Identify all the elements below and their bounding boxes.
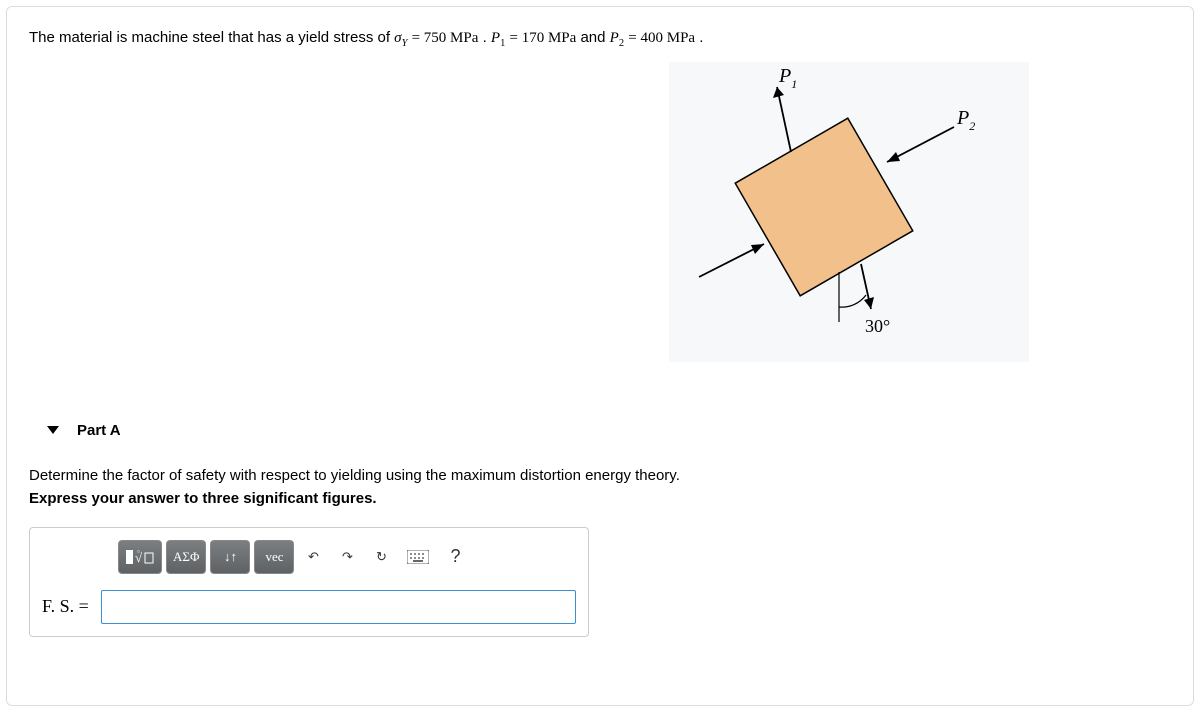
- reset-button[interactable]: ↻: [366, 540, 396, 574]
- stmt-dot-2: .: [699, 29, 703, 46]
- p1-label: P1: [778, 65, 797, 91]
- part-header[interactable]: Part A: [47, 422, 1171, 439]
- stress-element: [735, 118, 913, 296]
- answer-input[interactable]: [101, 590, 576, 624]
- greek-button[interactable]: ΑΣΦ: [166, 540, 206, 574]
- p2-var: P: [610, 30, 619, 46]
- p1-arrow-bottom: [861, 264, 874, 309]
- problem-statement: The material is machine steel that has a…: [29, 27, 1171, 52]
- sigma-var: σ: [394, 30, 401, 46]
- part-title: Part A: [77, 422, 121, 439]
- stmt-and: and: [580, 29, 609, 46]
- p1-var: P: [491, 30, 500, 46]
- p2-label: P2: [956, 107, 975, 133]
- angle-label: 30°: [865, 316, 890, 336]
- p2-arrow-right: [887, 127, 954, 162]
- figure-svg: P1 P2 30°: [669, 62, 1029, 362]
- caret-down-icon: [47, 426, 59, 434]
- angle-arc: [839, 272, 866, 322]
- p2-val: = 400 MPa: [628, 30, 695, 46]
- equation-toolbar: √ ▫ ΑΣΦ ↓↑ vec ↶ ↷ ↻ ?: [118, 540, 576, 574]
- svg-text:▫: ▫: [137, 547, 140, 556]
- p1-arrow: [773, 87, 791, 152]
- sigma-sub: Y: [402, 38, 408, 49]
- problem-card: The material is machine steel that has a…: [6, 6, 1194, 706]
- vec-button[interactable]: vec: [254, 540, 294, 574]
- p1-sub: 1: [500, 38, 505, 49]
- part-instruction: Express your answer to three significant…: [29, 490, 1171, 507]
- answer-box: √ ▫ ΑΣΦ ↓↑ vec ↶ ↷ ↻ ? F. S.: [29, 527, 589, 637]
- p1-val: = 170 MPa: [510, 30, 577, 46]
- answer-label: F. S. =: [42, 596, 89, 617]
- figure: P1 P2 30°: [669, 62, 1029, 362]
- templates-button[interactable]: √ ▫: [118, 540, 162, 574]
- part-question: Determine the factor of safety with resp…: [29, 467, 1171, 484]
- stmt-text-1: The material is machine steel that has a…: [29, 29, 394, 46]
- redo-button[interactable]: ↷: [332, 540, 362, 574]
- keyboard-button[interactable]: [400, 540, 436, 574]
- stmt-dot-1: .: [483, 29, 491, 46]
- subsup-button[interactable]: ↓↑: [210, 540, 250, 574]
- templates-icon: √ ▫: [125, 547, 155, 567]
- undo-button[interactable]: ↶: [298, 540, 328, 574]
- p2-sub: 2: [619, 38, 624, 49]
- answer-row: F. S. =: [42, 590, 576, 624]
- p2-arrow-left: [699, 244, 764, 277]
- keyboard-icon: [407, 550, 429, 564]
- help-button[interactable]: ?: [440, 540, 470, 574]
- sigma-val: = 750 MPa: [412, 30, 479, 46]
